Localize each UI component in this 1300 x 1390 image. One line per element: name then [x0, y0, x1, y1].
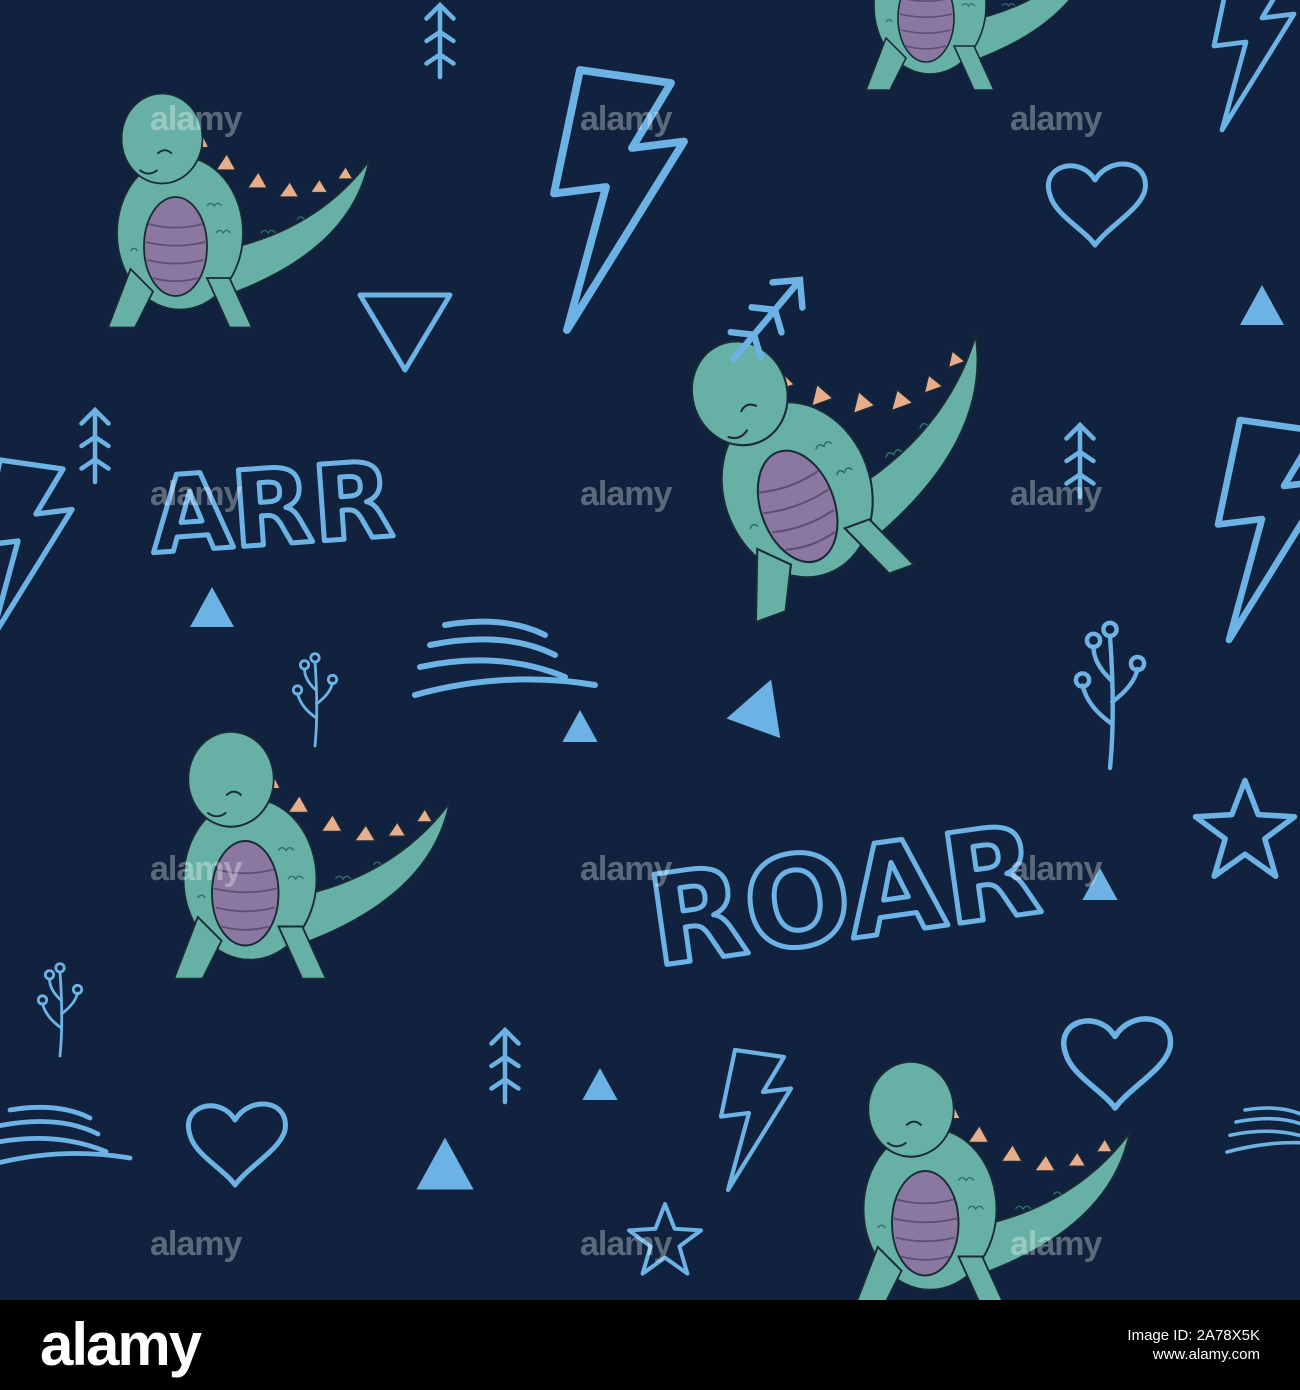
watermark-text: alamy [1010, 850, 1102, 888]
watermark-text: alamy [1010, 475, 1102, 513]
watermark-text: alamy [580, 850, 672, 888]
stock-image-page: ARR ROAR alamy alamy alamy alamy alamy a… [0, 0, 1300, 1390]
alamy-logo[interactable]: alamy [40, 1315, 202, 1375]
watermark-text: alamy [150, 850, 242, 888]
watermark-text: alamy [580, 475, 672, 513]
image-info: Image ID: 2A78X5K www.alamy.com [1127, 1326, 1260, 1365]
stock-footer-bar: alamy Image ID: 2A78X5K www.alamy.com [0, 1300, 1300, 1390]
watermark-text: alamy [580, 100, 672, 138]
watermark-text: alamy [150, 100, 242, 138]
dinosaur-pattern-image: ARR ROAR alamy alamy alamy alamy alamy a… [0, 0, 1300, 1300]
watermark-text: alamy [1010, 100, 1102, 138]
watermark-text: alamy [580, 1225, 672, 1263]
site-url[interactable]: www.alamy.com [1153, 1345, 1260, 1365]
image-id-label: Image ID: 2A78X5K [1127, 1326, 1260, 1344]
watermark-text: alamy [1010, 1225, 1102, 1263]
watermark-text: alamy [150, 475, 242, 513]
watermark-text: alamy [150, 1225, 242, 1263]
